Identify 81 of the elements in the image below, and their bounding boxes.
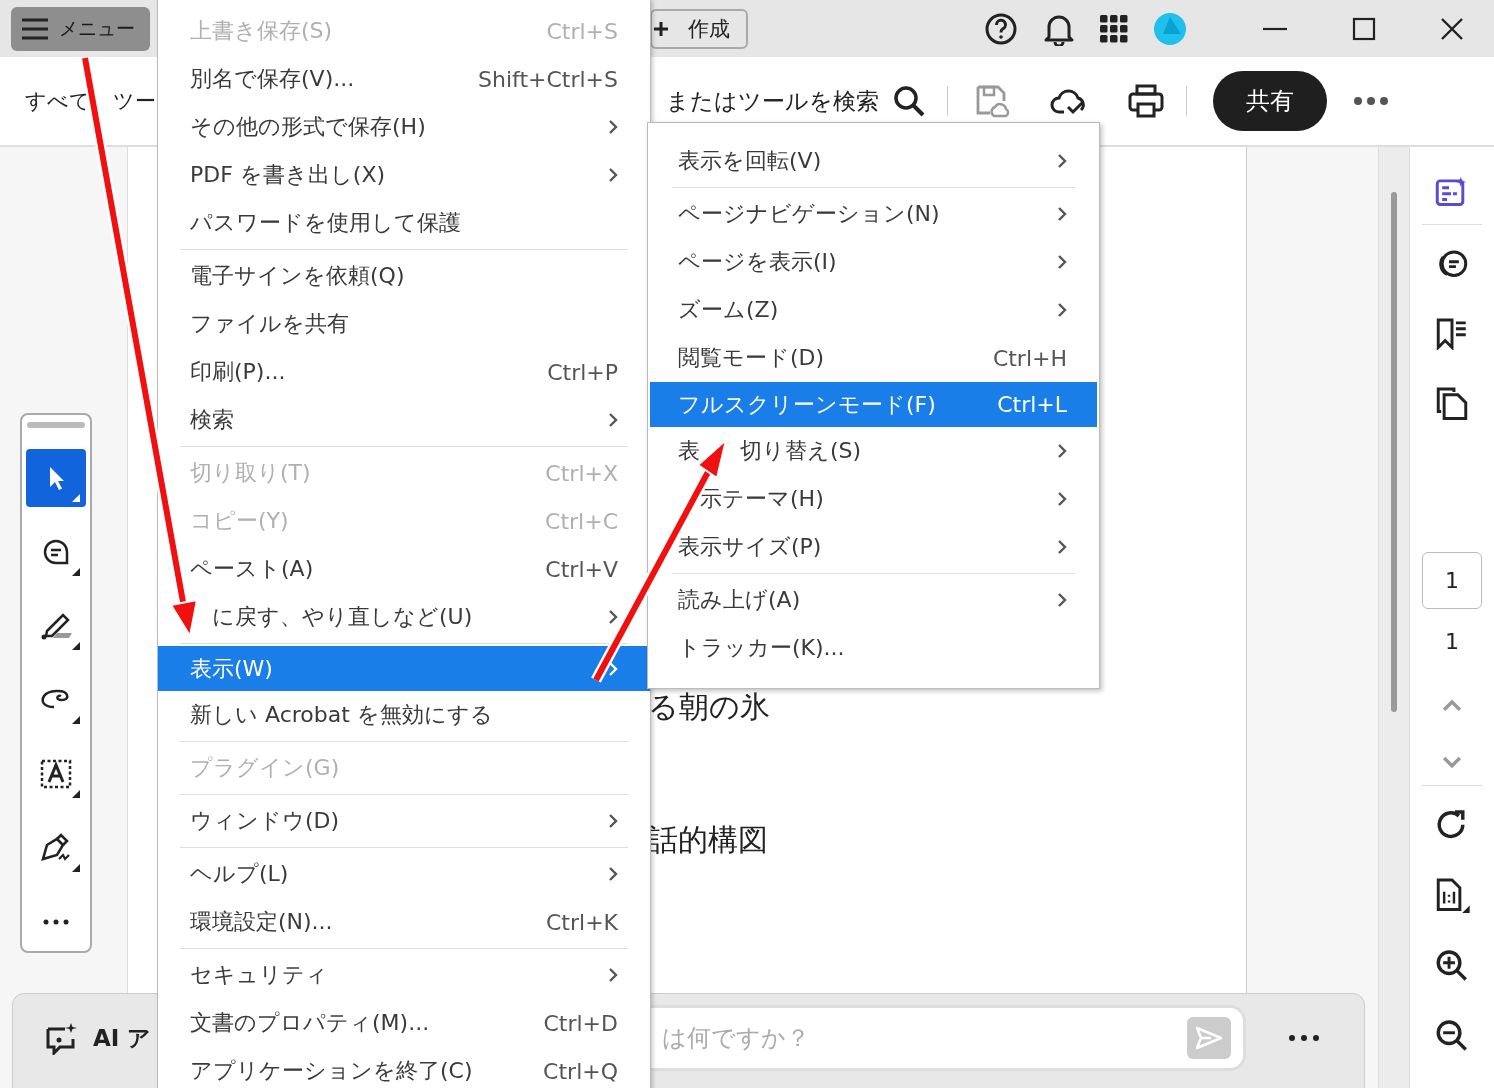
menu-item[interactable]: ページナビゲーション(N) bbox=[650, 190, 1097, 238]
ai-assistant-label: AI ア bbox=[93, 1023, 152, 1053]
share-button[interactable]: 共有 bbox=[1213, 71, 1327, 131]
chevron-right-icon bbox=[1057, 443, 1067, 459]
menu-item[interactable]: トラッカー(K)... bbox=[650, 624, 1097, 672]
apps-grid-icon[interactable] bbox=[1100, 14, 1128, 43]
menu-item[interactable]: に戻す、やり直しなど(U) bbox=[204, 593, 650, 641]
corner-triangle-icon bbox=[72, 642, 80, 650]
menu-item[interactable]: 読み上げ(A) bbox=[650, 576, 1097, 624]
chevron-right-icon bbox=[1057, 491, 1067, 507]
page-count: 1 bbox=[1445, 628, 1460, 654]
menu-item[interactable]: セキュリティ bbox=[188, 951, 650, 999]
chevron-right-icon bbox=[1057, 302, 1067, 318]
chevron-right-icon bbox=[1057, 539, 1067, 555]
corner-triangle-icon bbox=[72, 864, 80, 872]
menu-button[interactable]: メニュー bbox=[11, 6, 150, 51]
chevron-right-icon bbox=[1057, 254, 1067, 270]
more-icon bbox=[41, 918, 71, 926]
chevron-right-icon bbox=[608, 866, 618, 882]
all-tools-label[interactable]: ツー bbox=[113, 87, 156, 115]
menu-item[interactable]: パスワードを使用して保護 bbox=[188, 199, 650, 247]
menu-item[interactable]: ズーム(Z) bbox=[650, 286, 1097, 334]
menu-item[interactable]: 表 切り替え(S) bbox=[650, 427, 1097, 475]
chevron-right-icon bbox=[608, 967, 618, 983]
search-field[interactable]: またはツールを検索 bbox=[666, 85, 879, 117]
maximize-icon[interactable] bbox=[1352, 16, 1376, 41]
drag-handle[interactable] bbox=[27, 422, 85, 428]
all-tools-label[interactable]: すべて bbox=[25, 87, 91, 115]
chevron-right-icon bbox=[608, 412, 618, 428]
actual-size-icon[interactable] bbox=[1434, 877, 1471, 914]
menu-item[interactable]: PDF を書き出し(X) bbox=[188, 151, 650, 199]
chevron-right-icon bbox=[1057, 153, 1067, 169]
close-icon[interactable] bbox=[1440, 16, 1464, 41]
menu-item[interactable]: 表示(W) bbox=[158, 646, 650, 691]
comment-icon bbox=[41, 537, 71, 567]
menu-item[interactable]: 表示サイズ(P) bbox=[650, 523, 1097, 571]
menu-item[interactable]: 検索 bbox=[188, 396, 650, 444]
zoom-in-icon[interactable] bbox=[1435, 949, 1470, 983]
help-icon[interactable] bbox=[984, 11, 1018, 46]
pages-icon[interactable] bbox=[1435, 386, 1470, 422]
print-icon[interactable] bbox=[1128, 84, 1164, 118]
search-icon[interactable] bbox=[893, 85, 925, 117]
corner-triangle-icon bbox=[72, 716, 80, 724]
menu-item[interactable]: ファイルを共有 bbox=[188, 300, 650, 348]
page-number-field[interactable]: 1 bbox=[1422, 551, 1483, 609]
menu-item[interactable]: フルスクリーンモード(F) Ctrl+L bbox=[650, 382, 1097, 427]
menu-item[interactable]: 新しい Acrobat を無効にする bbox=[188, 691, 650, 739]
corner-triangle-icon bbox=[72, 494, 80, 502]
scrollbar[interactable] bbox=[1378, 147, 1410, 1088]
more-icon[interactable] bbox=[1288, 1034, 1321, 1042]
send-icon bbox=[1195, 1026, 1224, 1050]
menu-item[interactable]: 表示を回転(V) bbox=[650, 137, 1097, 185]
pen-nib-icon bbox=[39, 833, 73, 863]
corner-triangle-icon bbox=[72, 790, 80, 798]
plus-icon bbox=[654, 21, 668, 36]
menu-item[interactable]: ページを表示(I) bbox=[650, 238, 1097, 286]
chevron-right-icon bbox=[608, 813, 618, 829]
chevron-right-icon bbox=[608, 119, 618, 135]
more-icon[interactable] bbox=[1353, 96, 1389, 106]
zoom-out-icon[interactable] bbox=[1435, 1018, 1470, 1052]
chevron-right-icon bbox=[608, 609, 618, 625]
chevron-right-icon bbox=[608, 660, 618, 677]
menu-item[interactable]: 示テーマ(H) bbox=[650, 475, 1097, 523]
chevron-right-icon bbox=[1057, 206, 1067, 222]
menu-icon bbox=[21, 17, 49, 40]
menu-item[interactable]: ウィンドウ(D) bbox=[188, 797, 650, 845]
chevron-right-icon bbox=[1057, 592, 1067, 608]
menu-item[interactable]: 電子サインを依頼(Q) bbox=[188, 252, 650, 300]
menu-item[interactable]: 環境設定(N)... Ctrl+K bbox=[188, 898, 650, 946]
corner-triangle-icon bbox=[72, 568, 80, 576]
save-icon[interactable] bbox=[974, 83, 1010, 119]
menu-item[interactable]: 閲覧モード(D) Ctrl+H bbox=[650, 334, 1097, 382]
menu-item[interactable]: 印刷(P)... Ctrl+P bbox=[188, 348, 650, 396]
menu-item[interactable]: 別名で保存(V)... Shift+Ctrl+S bbox=[188, 55, 650, 103]
chevron-right-icon bbox=[608, 167, 618, 183]
menu-item[interactable]: ヘルプ(L) bbox=[188, 850, 650, 898]
document-text: る朝の氷 bbox=[647, 688, 771, 726]
text-box-icon bbox=[39, 758, 73, 790]
menu-item[interactable]: その他の形式で保存(H) bbox=[188, 103, 650, 151]
menu-item[interactable]: ペースト(A) Ctrl+V bbox=[188, 545, 650, 593]
highlighter-icon bbox=[39, 611, 73, 641]
